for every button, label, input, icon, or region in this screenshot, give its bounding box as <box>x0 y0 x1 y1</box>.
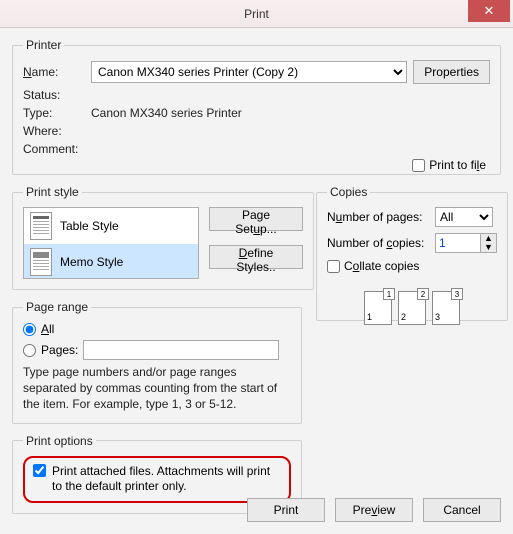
num-copies-label: Number of copies: <box>327 236 429 250</box>
page-range-hint: Type page numbers and/or page ranges sep… <box>23 364 291 413</box>
comment-label: Comment: <box>23 142 85 156</box>
range-pages-radio[interactable] <box>23 344 36 357</box>
properties-button[interactable]: Properties <box>413 60 490 84</box>
copies-legend: Copies <box>327 185 370 199</box>
collate-preview: 11 22 33 <box>327 291 497 325</box>
titlebar: Print ✕ <box>0 0 513 28</box>
chevron-down-icon: ▼ <box>481 243 496 252</box>
page-range-legend: Page range <box>23 300 91 314</box>
close-button[interactable]: ✕ <box>468 0 510 22</box>
print-options-legend: Print options <box>23 434 96 448</box>
collate-label: Collate copies <box>344 259 419 273</box>
print-button[interactable]: Print <box>247 498 325 522</box>
name-label: Name: <box>23 65 85 79</box>
print-style-group: Print style Table Style Memo Style P <box>12 185 314 290</box>
copies-group: Copies Number of pages: All Number of co… <box>316 185 508 321</box>
num-copies-input[interactable] <box>435 233 481 253</box>
range-all-label: All <box>41 322 54 336</box>
cancel-button[interactable]: Cancel <box>423 498 501 522</box>
page-setup-button[interactable]: Page Setup... <box>209 207 303 231</box>
num-pages-select[interactable]: All <box>435 207 493 227</box>
close-icon: ✕ <box>484 3 495 19</box>
range-all-radio[interactable] <box>23 323 36 336</box>
printer-legend: Printer <box>23 38 64 52</box>
preview-button[interactable]: Preview <box>335 498 413 522</box>
status-label: Status: <box>23 88 85 102</box>
type-value: Canon MX340 series Printer <box>91 106 242 120</box>
page-preview-icon: 22 <box>398 291 426 325</box>
where-label: Where: <box>23 124 85 138</box>
print-attached-checkbox[interactable] <box>33 464 46 477</box>
collate-checkbox[interactable] <box>327 260 340 273</box>
printer-name-select[interactable]: Canon MX340 series Printer (Copy 2) <box>91 61 407 83</box>
range-pages-label: Pages: <box>41 343 78 357</box>
style-label: Table Style <box>60 219 119 233</box>
page-preview-icon: 11 <box>364 291 392 325</box>
page-range-group: Page range All Pages: Type page numbers … <box>12 300 302 424</box>
print-style-legend: Print style <box>23 185 82 199</box>
table-style-icon <box>30 212 52 240</box>
memo-style-icon <box>30 248 52 276</box>
style-item-memo[interactable]: Memo Style <box>24 244 198 279</box>
style-item-table[interactable]: Table Style <box>24 208 198 244</box>
printer-group: Printer Name: Canon MX340 series Printer… <box>12 38 501 175</box>
print-style-list[interactable]: Table Style Memo Style <box>23 207 199 279</box>
print-options-highlight: Print attached files. Attachments will p… <box>23 456 291 503</box>
range-pages-input[interactable] <box>83 340 279 360</box>
define-styles-button[interactable]: Define Styles.. <box>209 245 303 269</box>
window-title: Print <box>0 7 513 21</box>
print-to-file-label: Print to file <box>429 158 486 172</box>
style-label: Memo Style <box>60 255 123 269</box>
page-preview-icon: 33 <box>432 291 460 325</box>
type-label: Type: <box>23 106 85 120</box>
print-attached-label: Print attached files. Attachments will p… <box>52 464 281 495</box>
copies-spinner[interactable]: ▲▼ <box>481 233 497 253</box>
num-pages-label: Number of pages: <box>327 210 429 224</box>
print-to-file-checkbox[interactable] <box>412 159 425 172</box>
